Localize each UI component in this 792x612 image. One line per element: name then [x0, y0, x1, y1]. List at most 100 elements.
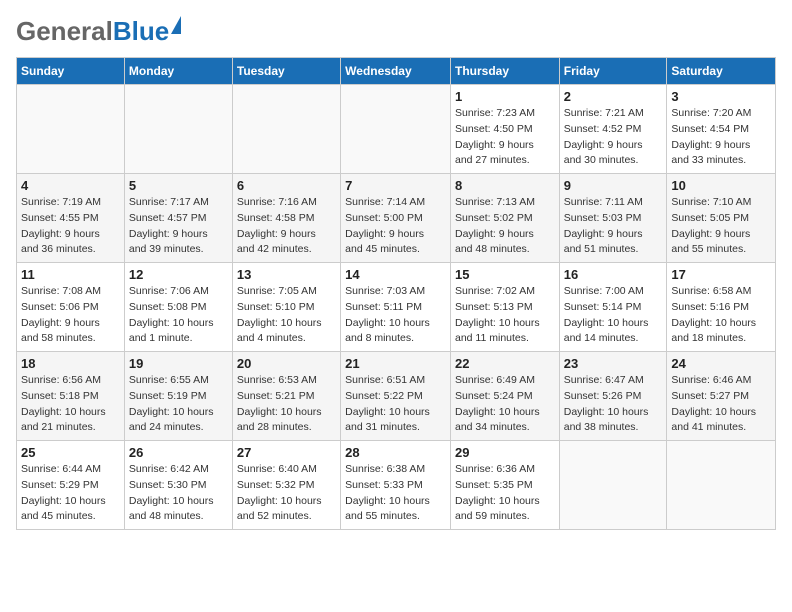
day-number: 28 — [345, 445, 446, 460]
day-detail: Sunrise: 7:20 AM — [671, 106, 771, 122]
day-detail: Sunset: 5:00 PM — [345, 211, 446, 227]
day-detail: Daylight: 9 hours — [21, 227, 120, 243]
logo-triangle-icon — [171, 16, 181, 34]
day-detail: and 27 minutes. — [455, 153, 555, 169]
day-header-tuesday: Tuesday — [232, 58, 340, 85]
day-detail: Daylight: 9 hours — [345, 227, 446, 243]
day-detail: and 28 minutes. — [237, 420, 336, 436]
calendar-cell: 25Sunrise: 6:44 AMSunset: 5:29 PMDayligh… — [17, 441, 125, 530]
calendar-cell: 20Sunrise: 6:53 AMSunset: 5:21 PMDayligh… — [232, 352, 340, 441]
day-detail: and 52 minutes. — [237, 509, 336, 525]
day-detail: Sunset: 5:35 PM — [455, 478, 555, 494]
day-detail: Daylight: 9 hours — [455, 227, 555, 243]
day-number: 6 — [237, 178, 336, 193]
day-detail: Sunrise: 7:00 AM — [564, 284, 663, 300]
day-number: 20 — [237, 356, 336, 371]
day-detail: Sunrise: 6:42 AM — [129, 462, 228, 478]
day-detail: Sunrise: 7:21 AM — [564, 106, 663, 122]
day-detail: Sunset: 5:05 PM — [671, 211, 771, 227]
calendar-cell: 24Sunrise: 6:46 AMSunset: 5:27 PMDayligh… — [667, 352, 776, 441]
day-detail: Sunrise: 6:53 AM — [237, 373, 336, 389]
day-detail: Sunset: 5:06 PM — [21, 300, 120, 316]
day-number: 23 — [564, 356, 663, 371]
day-detail: Daylight: 10 hours — [21, 494, 120, 510]
day-detail: Sunset: 5:26 PM — [564, 389, 663, 405]
calendar-body: 1Sunrise: 7:23 AMSunset: 4:50 PMDaylight… — [17, 85, 776, 530]
day-detail: Sunset: 5:27 PM — [671, 389, 771, 405]
calendar-cell: 3Sunrise: 7:20 AMSunset: 4:54 PMDaylight… — [667, 85, 776, 174]
day-detail: and 42 minutes. — [237, 242, 336, 258]
day-number: 18 — [21, 356, 120, 371]
day-number: 9 — [564, 178, 663, 193]
day-detail: Daylight: 9 hours — [455, 138, 555, 154]
day-detail: Sunset: 5:24 PM — [455, 389, 555, 405]
day-detail: Sunrise: 7:05 AM — [237, 284, 336, 300]
calendar-cell: 19Sunrise: 6:55 AMSunset: 5:19 PMDayligh… — [124, 352, 232, 441]
calendar-cell: 10Sunrise: 7:10 AMSunset: 5:05 PMDayligh… — [667, 174, 776, 263]
day-header-monday: Monday — [124, 58, 232, 85]
day-number: 16 — [564, 267, 663, 282]
day-detail: Sunrise: 7:06 AM — [129, 284, 228, 300]
day-detail: Sunrise: 7:10 AM — [671, 195, 771, 211]
day-number: 22 — [455, 356, 555, 371]
calendar-cell: 13Sunrise: 7:05 AMSunset: 5:10 PMDayligh… — [232, 263, 340, 352]
calendar-cell: 11Sunrise: 7:08 AMSunset: 5:06 PMDayligh… — [17, 263, 125, 352]
calendar-cell — [667, 441, 776, 530]
day-detail: Sunrise: 6:40 AM — [237, 462, 336, 478]
day-detail: Sunrise: 7:14 AM — [345, 195, 446, 211]
day-detail: Sunset: 5:18 PM — [21, 389, 120, 405]
calendar-cell: 23Sunrise: 6:47 AMSunset: 5:26 PMDayligh… — [559, 352, 667, 441]
day-number: 15 — [455, 267, 555, 282]
day-detail: Sunrise: 6:46 AM — [671, 373, 771, 389]
day-header-thursday: Thursday — [450, 58, 559, 85]
day-detail: Sunset: 5:10 PM — [237, 300, 336, 316]
calendar-cell: 16Sunrise: 7:00 AMSunset: 5:14 PMDayligh… — [559, 263, 667, 352]
day-number: 10 — [671, 178, 771, 193]
calendar-table: SundayMondayTuesdayWednesdayThursdayFrid… — [16, 57, 776, 530]
day-detail: Sunrise: 7:08 AM — [21, 284, 120, 300]
day-detail: Sunset: 5:30 PM — [129, 478, 228, 494]
day-number: 2 — [564, 89, 663, 104]
calendar-cell: 15Sunrise: 7:02 AMSunset: 5:13 PMDayligh… — [450, 263, 559, 352]
day-detail: Sunrise: 7:03 AM — [345, 284, 446, 300]
calendar-week-3: 11 Sunrise: 7:08 AMSunset: 5:06 PM Dayligh… — [17, 263, 776, 352]
calendar-cell: 8Sunrise: 7:13 AMSunset: 5:02 PMDaylight… — [450, 174, 559, 263]
day-detail: and 33 minutes. — [671, 153, 771, 169]
calendar-cell: 14Sunrise: 7:03 AMSunset: 5:11 PMDayligh… — [341, 263, 451, 352]
day-detail: Daylight: 10 hours — [564, 405, 663, 421]
day-header-wednesday: Wednesday — [341, 58, 451, 85]
day-detail: Sunrise: 6:56 AM — [21, 373, 120, 389]
day-detail: and 4 minutes. — [237, 331, 336, 347]
day-number: 4 — [21, 178, 120, 193]
day-detail: and 55 minutes. — [345, 509, 446, 525]
day-detail: Sunset: 5:16 PM — [671, 300, 771, 316]
day-number: 26 — [129, 445, 228, 460]
day-number: 11 — [21, 267, 120, 282]
calendar-cell: 12Sunrise: 7:06 AMSunset: 5:08 PMDayligh… — [124, 263, 232, 352]
day-detail: Sunrise: 6:55 AM — [129, 373, 228, 389]
logo: GeneralBlue — [16, 16, 169, 47]
calendar-cell: 6Sunrise: 7:16 AMSunset: 4:58 PMDaylight… — [232, 174, 340, 263]
day-detail: and 58 minutes. — [21, 331, 120, 347]
day-detail: Sunset: 5:14 PM — [564, 300, 663, 316]
day-detail: Sunset: 5:02 PM — [455, 211, 555, 227]
calendar-cell — [17, 85, 125, 174]
day-detail: Daylight: 10 hours — [237, 494, 336, 510]
day-number: 12 — [129, 267, 228, 282]
day-detail: Daylight: 10 hours — [237, 316, 336, 332]
calendar-cell: 22Sunrise: 6:49 AMSunset: 5:24 PMDayligh… — [450, 352, 559, 441]
day-detail: Sunset: 5:29 PM — [21, 478, 120, 494]
calendar-cell — [232, 85, 340, 174]
day-detail: Sunset: 5:13 PM — [455, 300, 555, 316]
day-detail: Sunrise: 6:36 AM — [455, 462, 555, 478]
day-detail: Daylight: 10 hours — [455, 405, 555, 421]
day-detail: Daylight: 10 hours — [455, 494, 555, 510]
day-detail: Daylight: 10 hours — [129, 316, 228, 332]
day-number: 7 — [345, 178, 446, 193]
calendar-cell: 29Sunrise: 6:36 AMSunset: 5:35 PMDayligh… — [450, 441, 559, 530]
day-detail: and 45 minutes. — [21, 509, 120, 525]
day-detail: Sunset: 5:11 PM — [345, 300, 446, 316]
calendar-cell: 5Sunrise: 7:17 AMSunset: 4:57 PMDaylight… — [124, 174, 232, 263]
day-detail: Daylight: 10 hours — [21, 405, 120, 421]
day-detail: Sunset: 5:19 PM — [129, 389, 228, 405]
